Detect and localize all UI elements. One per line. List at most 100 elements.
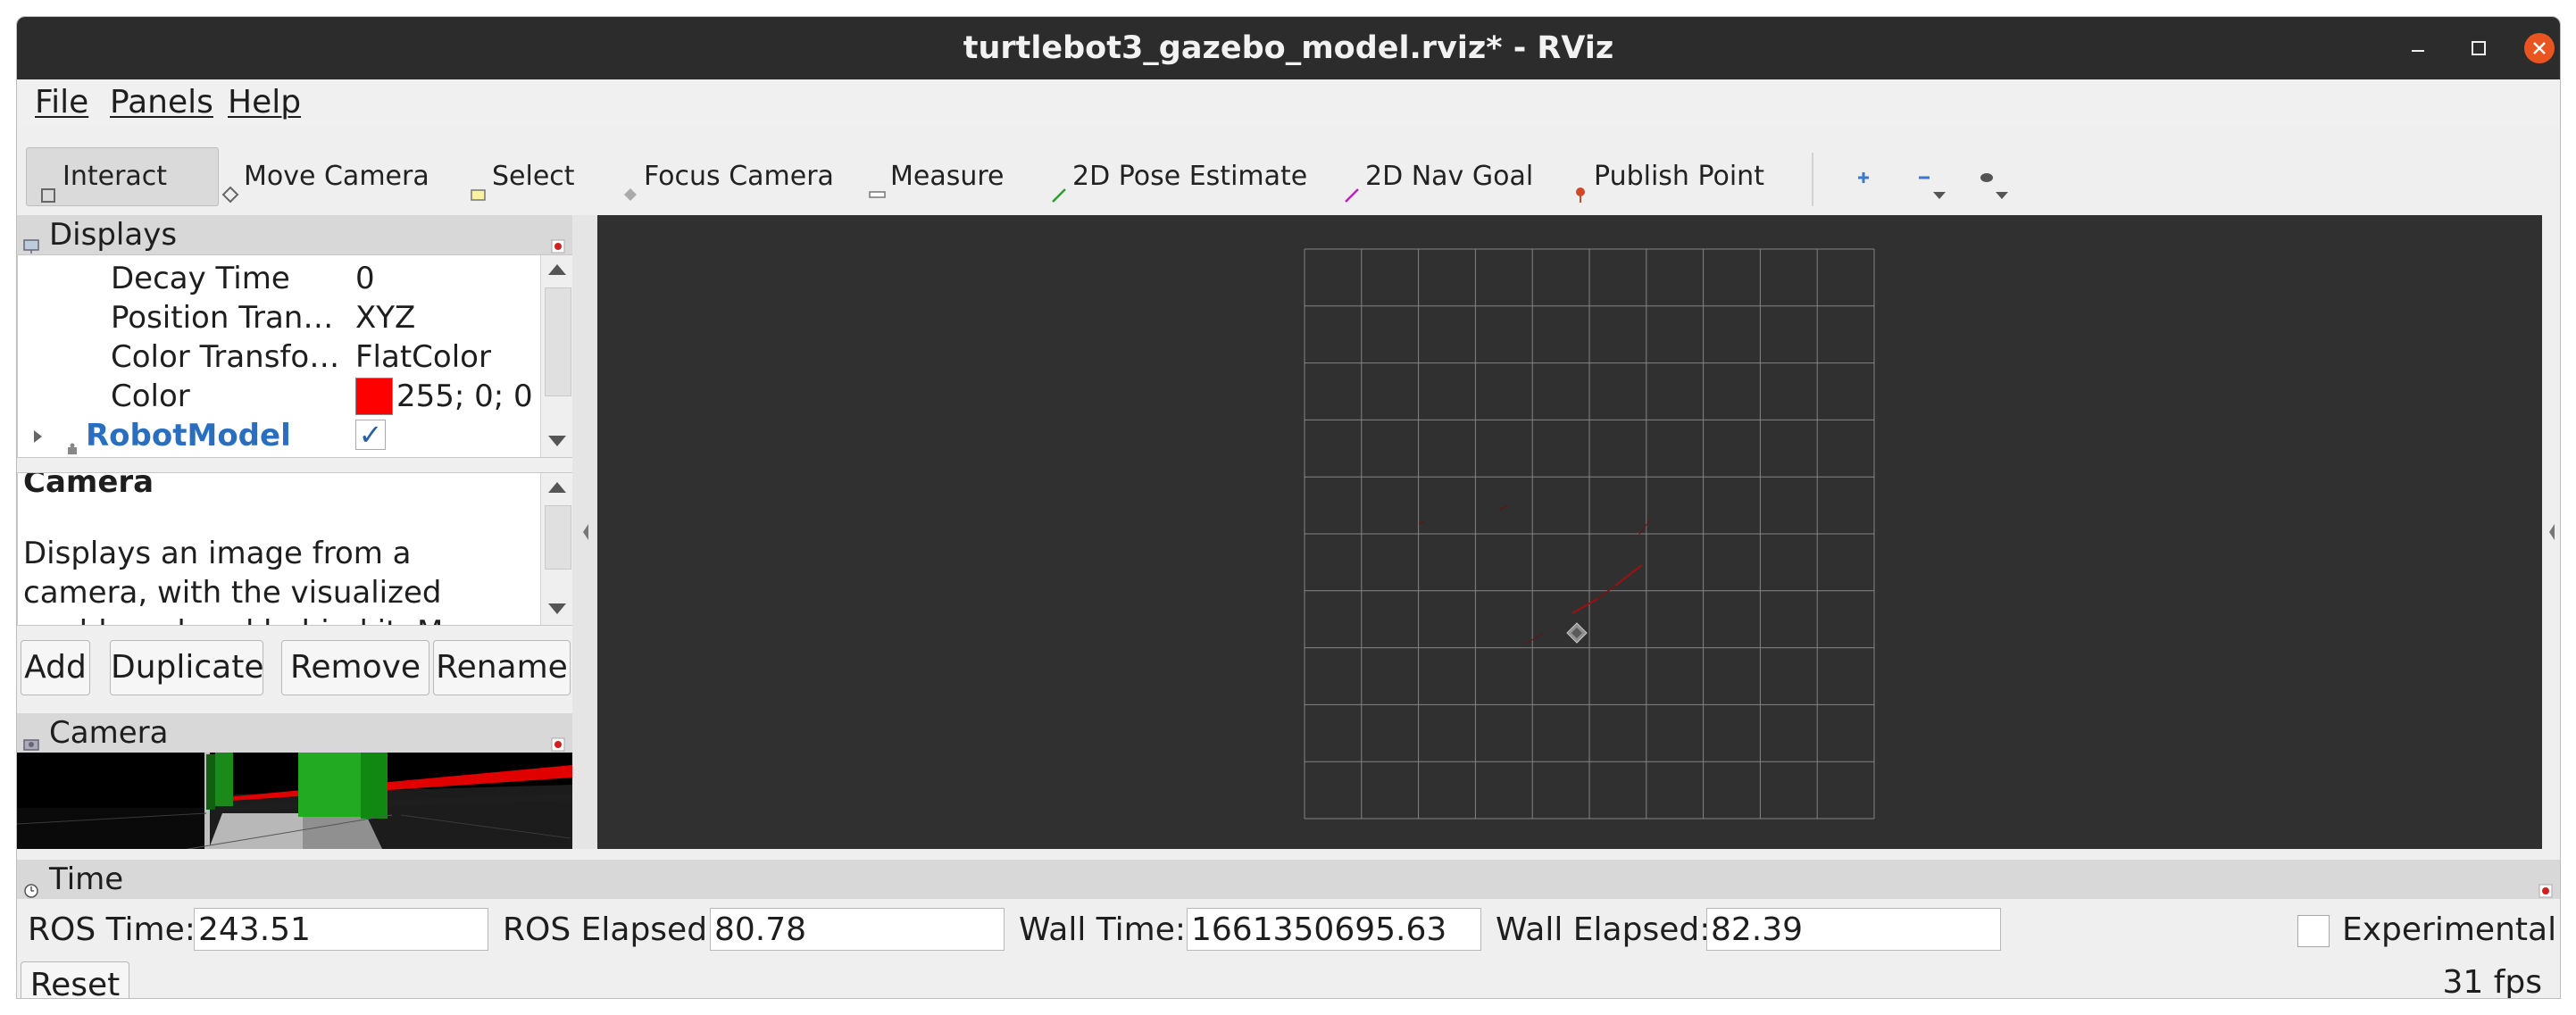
rviz-window: turtlebot3_gazebo_model.rviz* - RViz Fil… xyxy=(16,16,2561,999)
tree-row[interactable]: Position Tran… XYZ xyxy=(18,298,538,337)
property-value[interactable]: XYZ xyxy=(355,298,415,337)
displays-header[interactable]: Displays xyxy=(17,215,572,254)
displays-tree[interactable]: Decay Time 0 Position Tran… XYZ Color Tr… xyxy=(17,254,574,458)
laser-scan xyxy=(1418,504,1652,645)
experimental-checkbox[interactable] xyxy=(2297,915,2330,947)
property-name: Color Transfo… xyxy=(111,339,340,375)
view-tool-icon[interactable] xyxy=(1972,163,2012,203)
description-box: Camera Displays an image from a camera, … xyxy=(17,472,574,626)
menu-file[interactable]: File xyxy=(35,79,88,126)
close-panel-icon[interactable] xyxy=(2537,870,2555,898)
tree-scrollbar[interactable] xyxy=(540,255,573,457)
left-dock: Displays Decay Time 0 Position Tran… XYZ… xyxy=(17,215,574,851)
tool-label: Focus Camera xyxy=(644,161,834,192)
interact-icon xyxy=(39,167,59,203)
menu-panels[interactable]: Panels xyxy=(110,79,213,126)
add-tool-icon[interactable] xyxy=(1849,163,1888,203)
property-value[interactable]: 0 xyxy=(355,259,375,298)
robotmodel-checkbox[interactable]: ✓ xyxy=(355,420,386,450)
nav-goal-icon xyxy=(1342,167,1362,203)
expand-arrow-icon[interactable] xyxy=(34,430,42,443)
scroll-up-icon[interactable] xyxy=(548,264,566,275)
title-bar: turtlebot3_gazebo_model.rviz* - RViz xyxy=(17,17,2560,79)
scroll-down-icon[interactable] xyxy=(548,603,566,614)
maximize-icon[interactable] xyxy=(2463,33,2494,63)
vertical-splitter[interactable] xyxy=(572,215,597,849)
grid-svg xyxy=(1304,248,1875,819)
tool-move-camera[interactable]: Move Camera xyxy=(221,147,429,206)
experimental-label: Experimental xyxy=(2342,911,2557,948)
remove-tool-icon[interactable] xyxy=(1910,163,1949,203)
scroll-up-icon[interactable] xyxy=(548,482,566,493)
color-value: 255; 0; 0 xyxy=(396,379,533,414)
toolbar: Interact Move Camera Select Focus Camera… xyxy=(17,126,2560,216)
property-value[interactable]: FlatColor xyxy=(355,337,491,377)
property-name: Color xyxy=(111,379,190,414)
measure-icon xyxy=(867,167,887,198)
monitor-icon xyxy=(22,226,40,254)
window-title: turtlebot3_gazebo_model.rviz* - RViz xyxy=(963,30,1614,66)
focus-camera-icon xyxy=(621,167,640,201)
scroll-down-icon[interactable] xyxy=(548,436,566,446)
displays-title: Displays xyxy=(49,217,178,253)
toolbar-separator xyxy=(1812,153,1813,206)
menu-bar: File Panels Help xyxy=(17,79,2560,126)
camera-image-view[interactable] xyxy=(17,753,572,851)
wall-elapsed-field[interactable]: 82.39 xyxy=(1706,908,2001,951)
time-panel: Time ROS Time: 243.51 ROS Elapsed: 80.78… xyxy=(17,849,2560,998)
tool-label: Select xyxy=(492,161,575,192)
menu-help[interactable]: Help xyxy=(228,79,301,126)
tool-label: Measure xyxy=(890,161,1005,192)
scroll-thumb[interactable] xyxy=(545,505,571,570)
tree-row[interactable]: Color Transfo… FlatColor xyxy=(18,337,538,377)
right-splitter[interactable] xyxy=(2542,215,2560,849)
select-icon xyxy=(469,167,488,201)
tree-row-robotmodel[interactable]: RobotModel ✓ xyxy=(18,416,538,455)
clock-icon xyxy=(22,870,40,898)
ros-time-field[interactable]: 243.51 xyxy=(194,908,488,951)
tool-publish-point[interactable]: Publish Point xyxy=(1571,147,1764,206)
property-value[interactable]: 255; 0; 0 xyxy=(355,377,533,416)
reset-button[interactable]: Reset xyxy=(21,961,129,998)
tool-label: Move Camera xyxy=(244,161,429,192)
robot-marker xyxy=(1566,622,1588,644)
ros-time-label: ROS Time: xyxy=(28,911,196,948)
rename-button[interactable]: Rename xyxy=(433,640,571,695)
display-buttons: Add Duplicate Remove Rename xyxy=(17,640,572,699)
camera-panel-header[interactable]: Camera xyxy=(17,713,572,753)
scroll-thumb[interactable] xyxy=(545,287,571,396)
remove-button[interactable]: Remove xyxy=(281,640,429,695)
add-button[interactable]: Add xyxy=(21,640,90,695)
description-scrollbar[interactable] xyxy=(540,473,573,625)
description-title: Camera xyxy=(23,472,154,500)
wall-time-field[interactable]: 1661350695.63 xyxy=(1187,908,1481,951)
ros-elapsed-label: ROS Elapsed: xyxy=(503,911,719,948)
fps-counter: 31 fps xyxy=(2442,964,2542,999)
render-view-3d[interactable] xyxy=(597,215,2558,849)
close-panel-icon[interactable] xyxy=(549,724,567,752)
duplicate-button[interactable]: Duplicate xyxy=(110,640,264,695)
wall-time-label: Wall Time: xyxy=(1019,911,1187,948)
tool-focus-camera[interactable]: Focus Camera xyxy=(621,147,834,206)
wall-elapsed-label: Wall Elapsed: xyxy=(1496,911,1711,948)
tree-row[interactable]: Color 255; 0; 0 xyxy=(18,377,538,416)
tool-label: 2D Nav Goal xyxy=(1365,161,1534,192)
tree-row[interactable]: Decay Time 0 xyxy=(18,259,538,298)
robotmodel-label: RobotModel xyxy=(86,418,291,453)
tool-interact[interactable]: Interact xyxy=(26,147,219,206)
tool-label: Interact xyxy=(63,161,168,192)
minimize-icon[interactable] xyxy=(2403,33,2433,63)
tool-2d-nav-goal[interactable]: 2D Nav Goal xyxy=(1342,147,1533,206)
camera-title: Camera xyxy=(49,715,169,751)
time-title: Time xyxy=(49,861,124,897)
close-panel-icon[interactable] xyxy=(549,226,567,254)
tool-select[interactable]: Select xyxy=(469,147,575,206)
ros-elapsed-field[interactable]: 80.78 xyxy=(710,908,1005,951)
time-panel-header[interactable]: Time xyxy=(17,860,2560,899)
close-icon[interactable] xyxy=(2524,33,2555,63)
tool-measure[interactable]: Measure xyxy=(867,147,1005,206)
tool-2d-pose-estimate[interactable]: 2D Pose Estimate xyxy=(1049,147,1307,206)
property-name: Position Tran… xyxy=(111,300,334,336)
color-swatch[interactable] xyxy=(355,378,393,415)
tool-label: Publish Point xyxy=(1594,161,1764,192)
